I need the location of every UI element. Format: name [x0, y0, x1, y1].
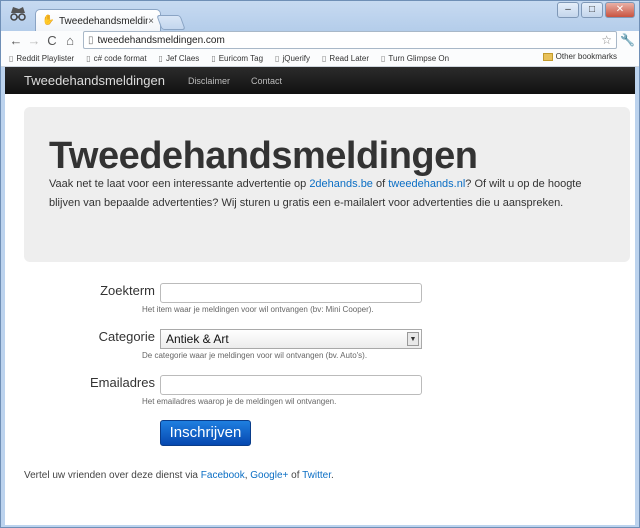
category-label: Categorie: [98, 329, 155, 344]
new-tab-button[interactable]: [156, 15, 186, 30]
reload-icon[interactable]: C: [43, 33, 61, 48]
category-selected-value: Antiek & Art: [166, 332, 229, 346]
page-title: Tweedehandsmeldingen: [49, 135, 478, 177]
site-brand[interactable]: Tweedehandsmeldingen: [24, 73, 165, 88]
site-navbar: Tweedehandsmeldingen Disclaimer Contact: [5, 67, 635, 94]
browser-toolbar: ← → C ⌂ ▯ ☆ 🔧: [1, 31, 639, 50]
other-bookmarks-label: Other bookmarks: [555, 52, 617, 61]
bookmark-read-later[interactable]: ▯ Read Later: [322, 54, 369, 63]
page-icon: ▯: [88, 34, 94, 46]
page-icon: ▯: [322, 53, 327, 63]
category-select[interactable]: Antiek & Art ▼: [160, 329, 422, 349]
close-window-button[interactable]: ✕: [605, 2, 635, 18]
link-2dehands[interactable]: 2dehands.be: [309, 178, 373, 190]
bookmark-star-icon[interactable]: ☆: [601, 33, 612, 47]
category-help: De categorie waar je meldingen voor wil …: [142, 351, 368, 360]
bookmark-label: Read Later: [329, 53, 370, 63]
search-term-label: Zoekterm: [100, 283, 155, 298]
url-input[interactable]: [97, 34, 602, 46]
nav-link-disclaimer[interactable]: Disclaimer: [188, 76, 230, 86]
link-twitter[interactable]: Twitter: [302, 470, 331, 481]
window-controls: – □ ✕: [557, 2, 635, 18]
bookmark-label: Euricom Tag: [218, 53, 264, 63]
bookmark-jef-claes[interactable]: ▯ Jef Claes: [159, 54, 200, 63]
page-icon: ▯: [9, 53, 14, 63]
email-label: Emailadres: [89, 375, 155, 390]
link-tweedehands[interactable]: tweedehands.nl: [388, 178, 465, 190]
maximize-button[interactable]: □: [581, 2, 603, 18]
page-icon: ▯: [86, 53, 91, 63]
hand-favicon-icon: ✋: [42, 15, 55, 26]
page-icon: ▯: [211, 53, 216, 63]
footer-text: Vertel uw vrienden over deze dienst via: [24, 470, 201, 481]
forward-arrow-icon[interactable]: →: [25, 33, 43, 48]
tab-title: Tweedehandsmeldingen: [59, 15, 149, 27]
subscribe-button[interactable]: Inschrijven: [160, 420, 251, 446]
bookmark-csharp-code-format[interactable]: ▯ c# code format: [86, 54, 146, 63]
bookmark-label: Turn Glimpse On: [388, 53, 450, 63]
other-bookmarks[interactable]: Other bookmarks: [542, 52, 617, 61]
bookmark-label: jQuerify: [282, 53, 311, 63]
email-help: Het emailadres waarop je de meldingen wi…: [142, 397, 337, 406]
hero-text: of: [372, 178, 389, 190]
bookmark-jquerify[interactable]: ▯ jQuerify: [275, 54, 310, 63]
search-term-help: Het item waar je meldingen voor wil ontv…: [142, 305, 374, 314]
page-icon: ▯: [381, 53, 386, 63]
page-icon: ▯: [158, 53, 163, 63]
footer-text: of: [288, 470, 303, 481]
back-arrow-icon[interactable]: ←: [7, 33, 25, 48]
incognito-icon: [10, 7, 26, 21]
page-viewport: Tweedehandsmeldingen Disclaimer Contact …: [5, 67, 635, 525]
home-icon[interactable]: ⌂: [61, 33, 79, 48]
link-googleplus[interactable]: Google+: [250, 470, 288, 481]
nav-link-contact[interactable]: Contact: [251, 76, 282, 86]
bookmarks-bar: ▯ Reddit Playlister ▯ c# code format ▯ Jef …: [1, 50, 639, 67]
hero-text: Vaak net te laat voor een interessante a…: [49, 178, 310, 190]
page-icon: ▯: [275, 53, 280, 63]
wrench-menu-icon[interactable]: 🔧: [620, 33, 635, 47]
email-input[interactable]: [160, 375, 422, 395]
bookmark-reddit-playlister[interactable]: ▯ Reddit Playlister: [9, 54, 74, 63]
search-term-input[interactable]: [160, 283, 422, 303]
link-facebook[interactable]: Facebook: [201, 470, 245, 481]
title-bar: ✋ Tweedehandsmeldingen × – □ ✕: [1, 1, 639, 32]
browser-window: ✋ Tweedehandsmeldingen × – □ ✕ ← → C ⌂ ▯…: [0, 0, 640, 528]
minimize-button[interactable]: –: [557, 2, 579, 18]
address-bar[interactable]: ▯ ☆: [83, 31, 617, 49]
browser-tab[interactable]: ✋ Tweedehandsmeldingen ×: [35, 9, 161, 32]
bookmark-label: Reddit Playlister: [16, 53, 75, 63]
tab-close-icon[interactable]: ×: [148, 16, 154, 27]
folder-icon: [542, 52, 553, 61]
dropdown-arrow-icon[interactable]: ▼: [407, 332, 419, 346]
bookmark-turn-glimpse-on[interactable]: ▯ Turn Glimpse On: [381, 54, 449, 63]
bookmark-label: c# code format: [93, 53, 147, 63]
hero-description: Vaak net te laat voor een interessante a…: [49, 175, 584, 213]
bookmark-euricom-tag[interactable]: ▯ Euricom Tag: [211, 54, 263, 63]
share-footer: Vertel uw vrienden over deze dienst via …: [24, 470, 334, 481]
footer-text: .: [330, 470, 334, 481]
bookmark-label: Jef Claes: [165, 53, 200, 63]
hero-unit: Tweedehandsmeldingen Vaak net te laat vo…: [24, 107, 630, 262]
